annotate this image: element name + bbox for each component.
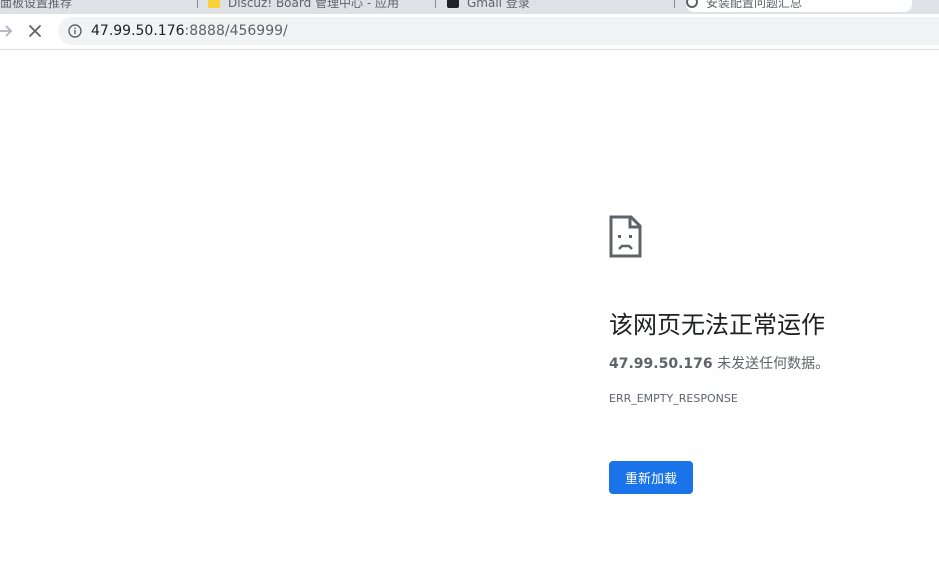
error-message-text: 未发送任何数据。 xyxy=(712,356,830,372)
error-title: 该网页无法正常运作 xyxy=(609,311,825,339)
toolbar: 47.99.50.176:8888/456999/ xyxy=(0,14,939,50)
address-bar[interactable]: 47.99.50.176:8888/456999/ xyxy=(58,17,939,45)
tab-1[interactable]: 面板设置推荐 xyxy=(0,0,190,12)
close-icon xyxy=(29,25,41,37)
tab-title: 面板设置推荐 xyxy=(0,0,73,10)
black-square-icon xyxy=(447,0,459,8)
info-icon[interactable] xyxy=(68,24,82,38)
tab-separator xyxy=(674,0,675,8)
sad-page-icon xyxy=(609,215,642,258)
tab-title: 安装配置问题汇总 xyxy=(706,0,803,10)
error-host: 47.99.50.176 xyxy=(609,356,713,372)
tab-separator xyxy=(435,0,436,8)
reload-button[interactable]: 重新加载 xyxy=(609,461,693,494)
document-icon xyxy=(208,0,220,8)
stop-button[interactable] xyxy=(23,19,47,43)
tab-strip: 面板设置推荐 Discuz! Board 管理中心 - 应用 Gmail 登录 … xyxy=(0,0,939,14)
forward-button[interactable] xyxy=(0,19,18,43)
error-message: 47.99.50.176 未发送任何数据。 xyxy=(609,353,829,373)
loading-circle-icon xyxy=(686,0,698,8)
url-text[interactable]: 47.99.50.176:8888/456999/ xyxy=(91,17,288,45)
url-path: :8888/456999/ xyxy=(184,23,288,39)
browser-window: 面板设置推荐 Discuz! Board 管理中心 - 应用 Gmail 登录 … xyxy=(0,0,939,586)
tab-separator xyxy=(197,0,198,8)
tab-3[interactable]: Gmail 登录 xyxy=(447,0,667,12)
tab-2[interactable]: Discuz! Board 管理中心 - 应用 xyxy=(208,0,428,12)
tab-title: Discuz! Board 管理中心 - 应用 xyxy=(228,0,399,10)
error-code: ERR_EMPTY_RESPONSE xyxy=(609,392,738,405)
tab-title: Gmail 登录 xyxy=(467,0,530,10)
arrow-right-icon xyxy=(0,25,12,37)
url-host: 47.99.50.176 xyxy=(91,23,185,39)
tab-4[interactable]: 安装配置问题汇总 xyxy=(686,0,912,12)
